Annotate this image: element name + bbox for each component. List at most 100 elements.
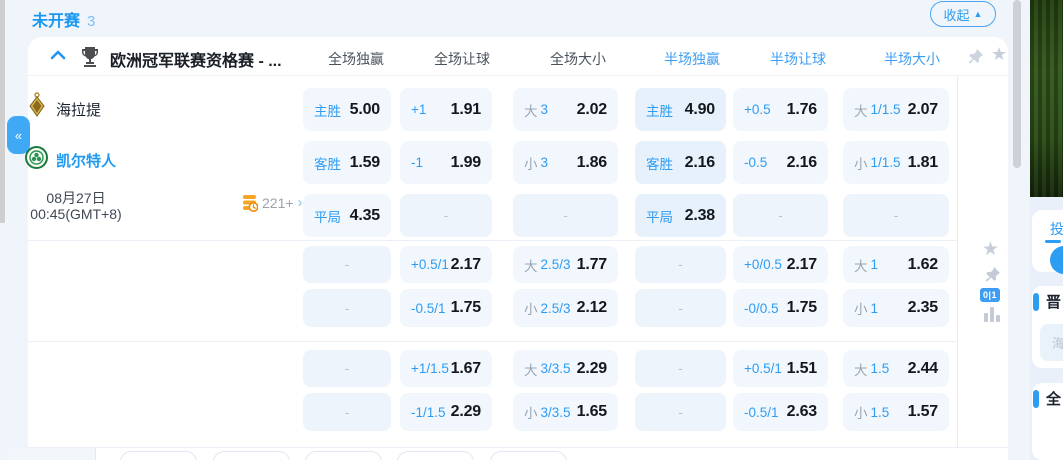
pin-league-icon[interactable] <box>966 48 984 66</box>
odds-cell-empty: - <box>635 246 726 283</box>
over-under-label: 小 <box>524 402 538 422</box>
odds-cell-empty: - <box>303 393 391 431</box>
collapse-button[interactable]: 收起 ▲ <box>930 1 996 27</box>
odds-cell[interactable]: 大32.02 <box>513 88 618 131</box>
group-divider <box>28 240 957 241</box>
next-section-divider <box>95 448 96 460</box>
handicap-label: -1 <box>411 155 423 170</box>
odds-cell[interactable]: 主胜5.00 <box>303 88 391 131</box>
odds-cell[interactable]: +0.5 1.76 <box>733 88 828 131</box>
odds-cell[interactable]: 小31.86 <box>513 141 618 184</box>
odds-value: 1.59 <box>350 154 380 172</box>
odds-value: 1.65 <box>577 403 607 421</box>
market-section-title: 晋 <box>1046 291 1061 312</box>
odds-cell[interactable]: 大11.62 <box>843 246 949 283</box>
pin-match-icon[interactable] <box>983 266 1001 284</box>
odds-selection-label: -1 <box>411 155 423 170</box>
odds-cell[interactable]: 小12.35 <box>843 289 949 327</box>
odds-cell[interactable]: -0/0.51.75 <box>733 289 828 327</box>
more-markets-link[interactable]: 221+ › <box>241 194 303 212</box>
market-chip[interactable] <box>490 451 567 460</box>
home-team-name[interactable]: 海拉提 <box>56 99 101 120</box>
away-team-name[interactable]: 凯尔特人 <box>56 150 116 171</box>
column-header: 全场独赢 <box>296 49 416 69</box>
odds-cell-empty: - <box>733 194 828 237</box>
odds-selection-label: 小3 <box>524 153 548 173</box>
odds-selection-label: 小1/1.5 <box>854 153 901 173</box>
over-under-label: 大 <box>854 359 868 379</box>
favorite-match-star-icon[interactable]: ★ <box>982 240 999 260</box>
handicap-label: -0.5/1 <box>744 405 779 420</box>
odds-cell[interactable]: -0.52.16 <box>733 141 828 184</box>
odds-cell[interactable]: -1/1.52.29 <box>400 393 492 431</box>
over-under-label: 小 <box>524 298 538 318</box>
odds-selection-label: +0.5 <box>744 102 771 117</box>
odds-cell[interactable]: +1/1.51.67 <box>400 350 492 387</box>
odds-cell[interactable]: 平局4.35 <box>303 194 391 237</box>
market-option-button[interactable]: 海 <box>1040 324 1063 361</box>
chart-bar <box>984 313 988 322</box>
odds-cell[interactable]: 主胜4.90 <box>635 88 726 131</box>
odds-cell[interactable]: 大3/3.52.29 <box>513 350 618 387</box>
odds-selection-label: 大3/3.5 <box>524 359 571 379</box>
odds-cell[interactable]: +0.5/12.17 <box>400 246 492 283</box>
odds-selection-label: 客胜 <box>646 153 673 173</box>
dash-placeholder: - <box>678 301 682 316</box>
odds-cell[interactable]: 客胜1.59 <box>303 141 391 184</box>
pitch-preview-image <box>1030 0 1063 197</box>
odds-cell-empty: - <box>843 194 949 237</box>
odds-value: 2.12 <box>577 299 607 317</box>
odds-value: 2.38 <box>685 207 715 225</box>
odds-selection-label: 小1.5 <box>854 402 889 422</box>
odds-cell[interactable]: 大1.5 2.44 <box>843 350 949 387</box>
next-section-meta-column <box>6 448 95 460</box>
odds-value: 1.76 <box>787 101 817 119</box>
odds-value: 2.16 <box>787 154 817 172</box>
page-scrollbar-left[interactable] <box>0 0 5 223</box>
odds-cell[interactable]: 大1/1.52.07 <box>843 88 949 131</box>
odds-cell[interactable]: 小1/1.51.81 <box>843 141 949 184</box>
market-chip[interactable] <box>397 451 474 460</box>
section-accent-bar <box>1033 293 1039 311</box>
market-chip[interactable] <box>213 451 290 460</box>
status-tab-not-started[interactable]: 未开赛3 <box>32 7 95 31</box>
dash-placeholder: - <box>678 361 682 376</box>
market-chip[interactable] <box>305 451 382 460</box>
betslip-tab[interactable]: 投 <box>1050 219 1063 239</box>
chevron-up-icon[interactable] <box>50 49 66 61</box>
odds-cell[interactable]: 小1.51.57 <box>843 393 949 431</box>
column-header: 全场让球 <box>402 49 522 69</box>
odds-selection-label: 大1.5 <box>854 359 889 379</box>
odds-cell[interactable]: +0.5/11.51 <box>733 350 828 387</box>
dash-placeholder: - <box>444 208 448 223</box>
market-chip[interactable] <box>120 451 197 460</box>
odds-cell-empty: - <box>513 194 618 237</box>
handicap-label: 3 <box>541 155 549 170</box>
odds-value: 2.44 <box>908 360 938 378</box>
score-toggle-icon[interactable]: 0|1 <box>980 288 1000 302</box>
odds-cell[interactable]: 客胜2.16 <box>635 141 726 184</box>
odds-selection-label: +0.5/1 <box>411 257 449 272</box>
stats-chart-icon[interactable] <box>984 307 1002 322</box>
odds-selection-label: 平局 <box>646 206 673 226</box>
handicap-label: +0/0.5 <box>744 257 782 272</box>
over-under-label: 大 <box>524 100 538 120</box>
odds-cell[interactable]: 平局 2.38 <box>635 194 726 237</box>
column-header: 全场大小 <box>518 49 638 69</box>
odds-cell[interactable]: 小2.5/32.12 <box>513 289 618 327</box>
odds-selection-label: +1/1.5 <box>411 361 449 376</box>
favorite-league-star-icon[interactable]: ★ <box>991 44 1007 64</box>
odds-cell[interactable]: -0.5/12.63 <box>733 393 828 431</box>
odds-selection-label: 主胜 <box>646 100 673 120</box>
odds-value: 2.02 <box>577 101 607 119</box>
odds-cell[interactable]: +0/0.52.17 <box>733 246 828 283</box>
odds-cell[interactable]: -0.5/11.75 <box>400 289 492 327</box>
odds-cell[interactable]: 大2.5/31.77 <box>513 246 618 283</box>
odds-cell[interactable]: +11.91 <box>400 88 492 131</box>
odds-cell[interactable]: -11.99 <box>400 141 492 184</box>
odds-panel-scrollbar[interactable] <box>1013 0 1021 168</box>
column-header: 半场大小 <box>852 49 972 69</box>
odds-cell-empty: - <box>303 350 391 387</box>
odds-value: 1.91 <box>451 101 481 119</box>
odds-cell[interactable]: 小3/3.51.65 <box>513 393 618 431</box>
